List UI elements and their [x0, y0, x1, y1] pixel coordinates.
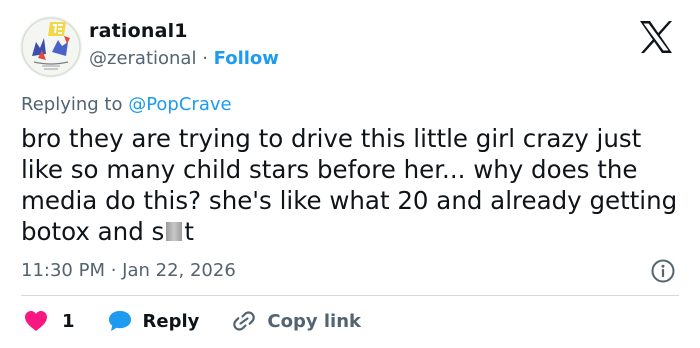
- timestamp[interactable]: 11:30 PM · Jan 22, 2026: [21, 260, 236, 281]
- link-icon: [231, 309, 257, 333]
- handle-separator: ·: [196, 48, 214, 69]
- avatar[interactable]: [20, 16, 82, 78]
- copy-link-label: Copy link: [267, 310, 361, 332]
- handle[interactable]: @zerational: [89, 48, 196, 69]
- like-count: 1: [62, 310, 75, 332]
- x-logo-icon[interactable]: [638, 20, 674, 54]
- tweet-text: bro they are trying to drive this little…: [21, 123, 686, 247]
- display-name[interactable]: rational1: [89, 20, 188, 42]
- tweet-time: 11:30 PM: [21, 260, 105, 281]
- tweet-date: Jan 22, 2026: [122, 260, 236, 281]
- replying-to: Replying to @PopCrave: [21, 94, 232, 115]
- divider: [21, 295, 679, 296]
- tweet-text-main: bro they are trying to drive this little…: [21, 124, 678, 246]
- follow-button[interactable]: Follow: [214, 48, 279, 69]
- copy-link-button[interactable]: Copy link: [231, 309, 361, 333]
- censor-block: [166, 222, 183, 241]
- replying-to-mention[interactable]: @PopCrave: [128, 94, 231, 115]
- speech-bubble-icon: [107, 309, 133, 333]
- replying-to-label: Replying to: [21, 94, 129, 115]
- timestamp-separator: ·: [104, 260, 123, 281]
- action-bar: 1 Reply Copy link: [24, 307, 361, 335]
- info-icon[interactable]: [650, 258, 676, 284]
- like-button[interactable]: 1: [24, 310, 75, 332]
- handle-row: @zerational · Follow: [89, 48, 279, 69]
- reply-label: Reply: [142, 310, 200, 332]
- tweet-text-end: t: [184, 217, 194, 246]
- reply-button[interactable]: Reply: [107, 309, 200, 333]
- heart-icon: [24, 310, 48, 332]
